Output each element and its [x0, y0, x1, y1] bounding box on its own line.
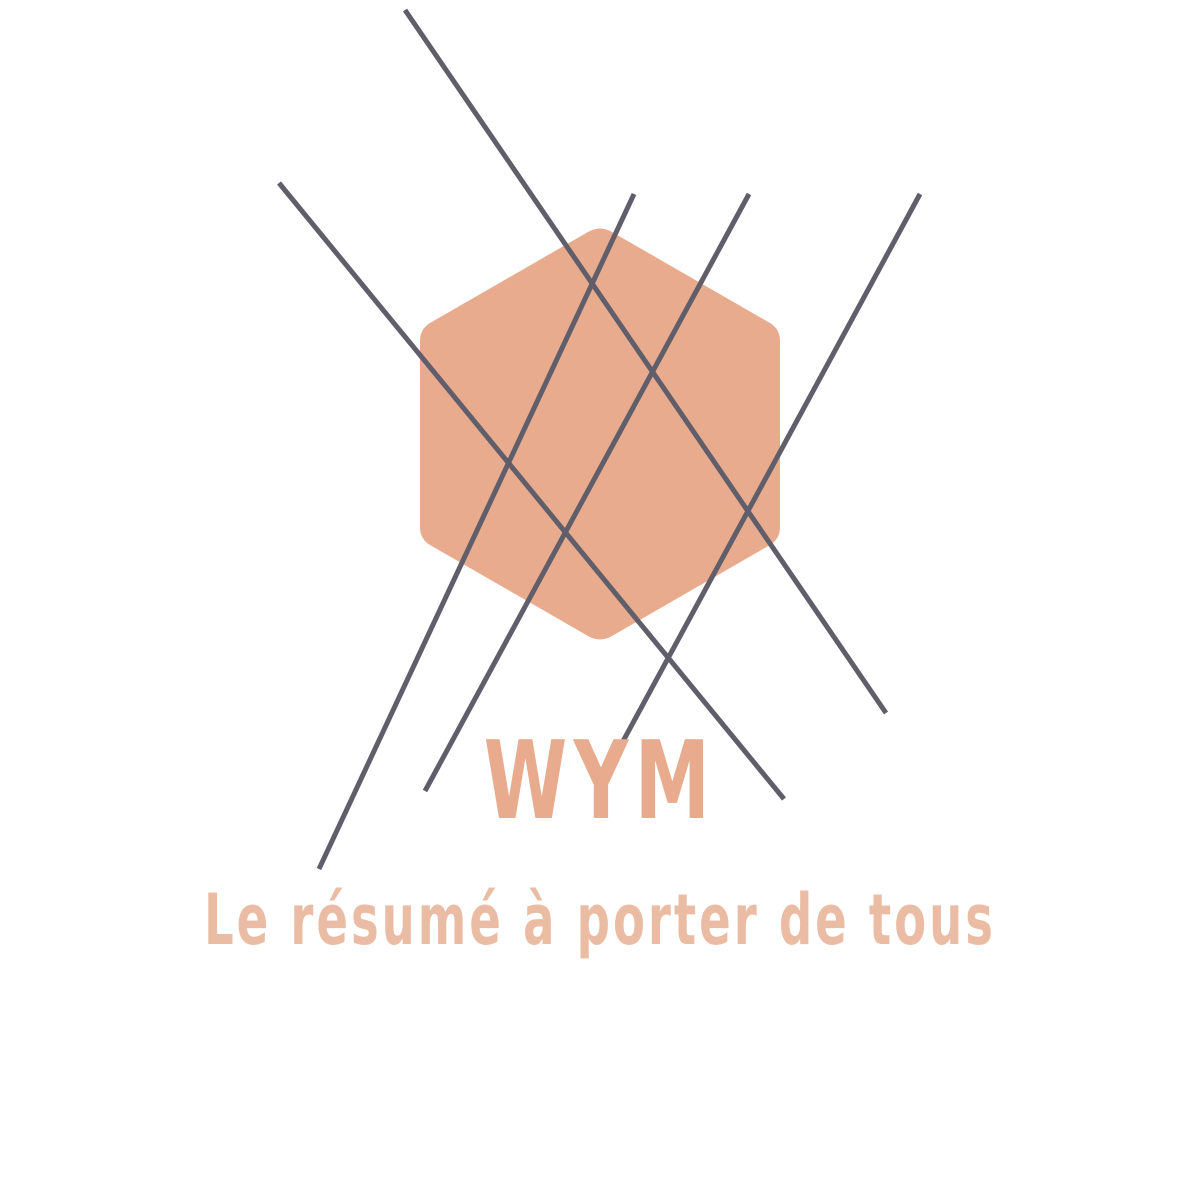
brand-name: WYM [483, 719, 717, 844]
logo-canvas: WYM Le résumé à porter de tous [0, 0, 1200, 1200]
logo-art [277, 8, 923, 871]
tagline: Le résumé à porter de tous [204, 879, 996, 961]
